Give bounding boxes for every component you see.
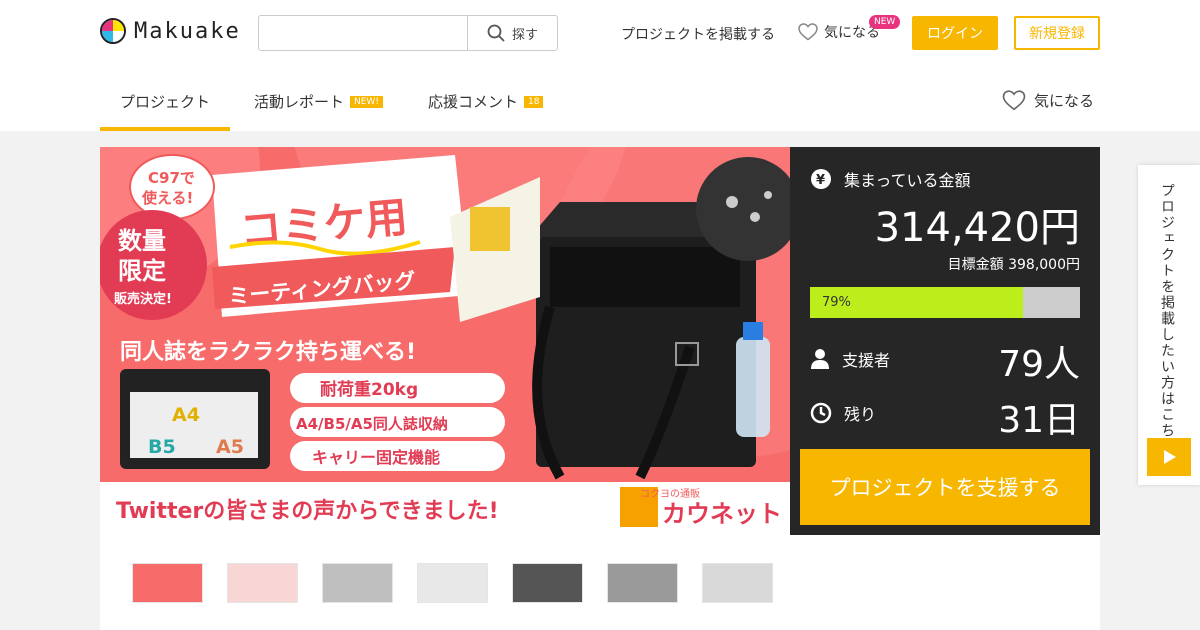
tab-comments[interactable]: 応援コメント 18 [428, 91, 544, 112]
signup-button[interactable]: 新規登録 [1014, 16, 1100, 50]
hero-bottom-text: Twitterの皆さまの声からできました! [116, 499, 499, 524]
person-icon [811, 349, 829, 369]
favorites-link[interactable]: 気になる [798, 22, 880, 42]
site-header: Makuake 探す プロジェクトを掲載する 気になる NEW ログイン 新規登… [0, 0, 1200, 131]
search-icon [487, 24, 505, 42]
heart-icon [1002, 90, 1026, 111]
yen-icon: ¥ [811, 169, 831, 189]
side-post-project-tab[interactable]: プロジェクトを掲載したい方はこちら [1138, 165, 1200, 485]
hero-feature-3: キャリー固定機能 [312, 448, 440, 467]
favorite-project-label: 気になる [1034, 92, 1095, 110]
thumbnail[interactable] [417, 563, 488, 603]
play-arrow-icon [1164, 450, 1176, 464]
remaining-days: 31日 [998, 400, 1080, 441]
thumbnail[interactable] [607, 563, 678, 603]
thumbnail-strip [100, 535, 1100, 630]
tab-project[interactable]: プロジェクト [120, 91, 210, 112]
thumbnail[interactable] [322, 563, 393, 603]
svg-text:¥: ¥ [816, 173, 825, 188]
hero-artwork: コミケ用 ミーティングバッグ C97で 使える! 数量 限定 販売決定! 同人誌… [100, 147, 790, 535]
logo-mark-icon [100, 18, 126, 44]
hero-size-b5: B5 [148, 436, 176, 458]
new-tag: NEW! [350, 95, 383, 108]
hero-shop-sub: コクヨの通販 [640, 488, 700, 500]
thumbnail[interactable] [227, 563, 298, 603]
side-tab-arrow-button[interactable] [1147, 438, 1191, 476]
support-project-button[interactable]: プロジェクトを支援する [800, 449, 1090, 525]
hero-size-a5: A5 [216, 436, 244, 458]
thumbnail[interactable] [132, 563, 203, 603]
tab-project-label: プロジェクト [120, 93, 211, 111]
active-tab-indicator [100, 127, 230, 131]
clock-icon [810, 402, 832, 424]
hero-circle-line1: 数量 [118, 227, 166, 255]
hero-ribbon-line2: 使える! [141, 189, 193, 207]
hero-feature-2: A4/B5/A5同人誌収納 [296, 415, 448, 433]
new-badge: NEW [869, 15, 901, 29]
tab-activity-report[interactable]: 活動レポート NEW! [254, 91, 383, 112]
hero-circle-line3: 販売決定! [114, 291, 172, 307]
supporters-label: 支援者 [842, 351, 891, 370]
collected-label: 集まっている金額 [844, 171, 971, 190]
search-button[interactable]: 探す [467, 16, 557, 50]
collected-amount: 314,420円 [874, 205, 1080, 251]
search-bar: 探す [258, 15, 558, 51]
hero-ribbon-line1: C97で [148, 169, 195, 187]
post-project-link[interactable]: プロジェクトを掲載する [621, 24, 775, 44]
search-button-label: 探す [511, 27, 538, 43]
hero-circle-line2: 限定 [118, 257, 166, 285]
hero-tagline: 同人誌をラクラク持ち運べる! [120, 339, 416, 365]
project-main-image[interactable]: コミケ用 ミーティングバッグ C97で 使える! 数量 限定 販売決定! 同人誌… [100, 147, 790, 535]
goal-amount: 目標金額 398,000円 [947, 257, 1080, 273]
hero-shop-name: カウネット [662, 500, 782, 528]
heart-icon [798, 23, 818, 41]
supporters-row: 支援者 [810, 347, 890, 371]
tab-activity-report-label: 活動レポート [254, 93, 345, 111]
search-input[interactable] [259, 16, 467, 50]
thumbnail[interactable] [702, 563, 773, 603]
collected-row: ¥ 集まっている金額 [810, 167, 971, 191]
funding-progress-fill: 79% [810, 287, 1024, 318]
favorite-project-button[interactable]: 気になる [1002, 90, 1094, 111]
remaining-label: 残り [844, 405, 877, 424]
comment-count-badge: 18 [524, 95, 544, 108]
funding-panel: ¥ 集まっている金額 314,420円 目標金額 398,000円 79% 支援… [790, 147, 1100, 535]
funding-progress-bar: 79% [810, 287, 1080, 318]
remaining-row: 残り [810, 401, 876, 425]
hero-feature-1: 耐荷重20kg [320, 379, 418, 400]
side-tab-text: プロジェクトを掲載したい方はこちら [1159, 183, 1175, 455]
hero-size-a4: A4 [172, 404, 200, 426]
thumbnail[interactable] [512, 563, 583, 603]
tab-comments-label: 応援コメント [428, 93, 519, 111]
makuake-logo[interactable]: Makuake [100, 18, 241, 44]
logo-text: Makuake [134, 18, 241, 44]
login-button[interactable]: ログイン [912, 16, 998, 50]
supporters-count: 79人 [998, 344, 1080, 385]
progress-percent: 79% [822, 295, 851, 310]
